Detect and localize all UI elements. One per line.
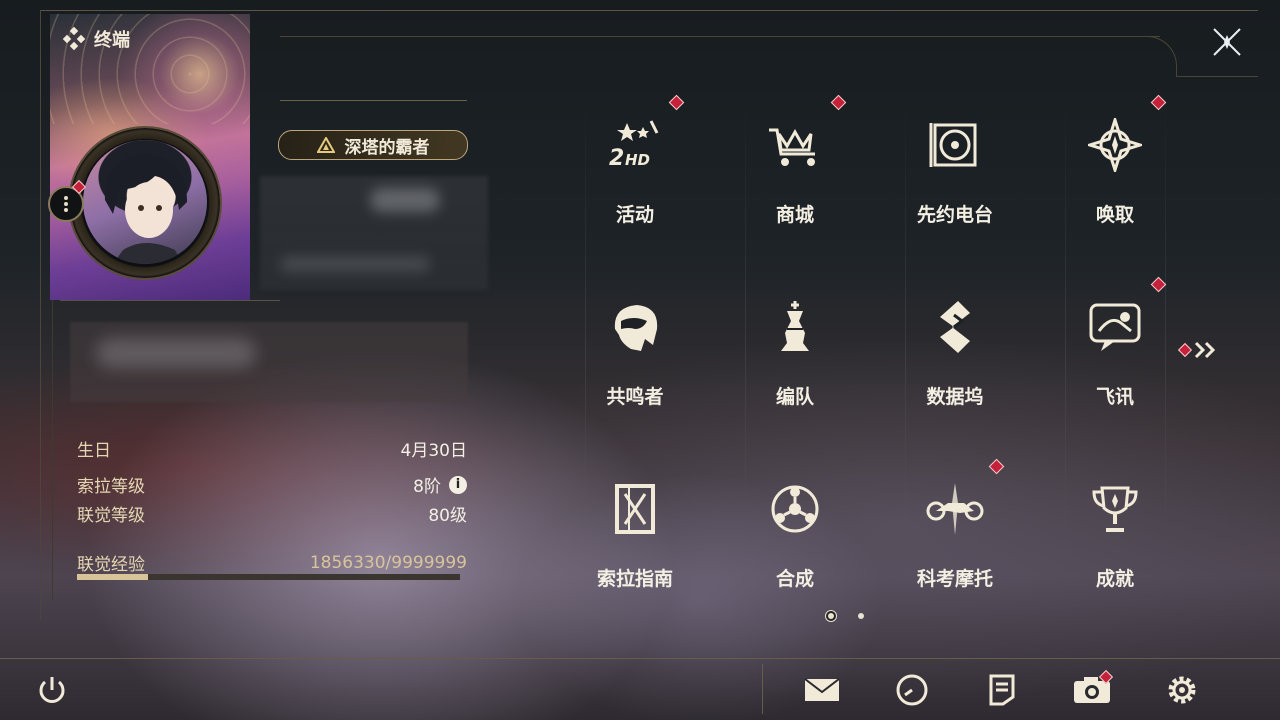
svg-text:HD: HD (625, 151, 650, 169)
triangle-rank-icon (316, 137, 335, 153)
player-name-redacted (260, 176, 488, 290)
frame-left-line-2 (52, 300, 53, 600)
notices-button[interactable] (981, 670, 1023, 710)
more-vertical-icon (64, 196, 68, 212)
clock-icon (896, 674, 928, 706)
menu-item-events-label: 活动 (615, 204, 654, 226)
menu-item-convene[interactable]: 唤取 (1035, 94, 1195, 275)
avatar-portrait-icon (104, 154, 187, 264)
player-title-text: 深塔的霸者 (344, 137, 430, 158)
menu-item-messages-label: 飞讯 (1095, 386, 1134, 408)
menu-item-motorcycle[interactable]: 科考摩托 (875, 458, 1035, 639)
info-icon[interactable]: i (449, 475, 467, 494)
frame-left-line (40, 10, 41, 620)
next-page-badge (1177, 342, 1193, 358)
menu-item-motorcycle-badge (988, 458, 1005, 475)
guidebook-icon (603, 477, 667, 541)
synthesis-icon (763, 477, 827, 541)
menu-item-events-badge (668, 94, 685, 111)
power-icon (39, 677, 65, 703)
player-title-badge[interactable]: 深塔的霸者 (278, 130, 468, 160)
achievement-trophy-icon (1083, 477, 1147, 541)
union-exp-value: 1856330/9999999 (309, 552, 467, 573)
birthday-value: 4月30日 (400, 441, 467, 461)
menu-item-synthesis-label: 合成 (775, 568, 814, 590)
camera-button[interactable] (1071, 669, 1114, 710)
events-clock-button[interactable] (891, 670, 933, 710)
gear-icon (1168, 676, 1196, 704)
menu-item-guidebook-label: 索拉指南 (596, 568, 673, 590)
bottom-bar-separator (762, 664, 763, 714)
sola-level-row: 索拉等级 8阶 i (77, 472, 467, 497)
convene-compass-icon (1083, 113, 1147, 177)
page-dot-active[interactable] (828, 613, 834, 619)
motorcycle-icon (923, 477, 987, 541)
profile-divider (60, 300, 280, 301)
page-indicator (828, 613, 864, 619)
signature-redacted[interactable] (70, 322, 468, 402)
menu-item-shop[interactable]: 商城 (715, 94, 875, 275)
bottom-bar-line (0, 658, 1280, 659)
messages-chat-icon (1083, 295, 1147, 359)
union-level-row: 联觉等级 80级 (77, 501, 467, 526)
union-exp-progress-fill (77, 574, 149, 580)
sola-level-value: 8阶 (413, 477, 441, 497)
resonator-head-icon (603, 295, 667, 359)
terminal-title-text: 终端 (94, 30, 130, 51)
document-icon (989, 674, 1015, 706)
menu-item-synthesis[interactable]: 合成 (715, 459, 875, 639)
frame-right-line (1176, 76, 1258, 77)
menu-item-convene-label: 唤取 (1095, 204, 1134, 226)
menu-item-databank[interactable]: 数据坞 (875, 277, 1035, 457)
team-chess-icon (763, 295, 827, 359)
frame-corner (1140, 36, 1177, 77)
union-level-value: 80级 (428, 506, 467, 526)
menu-item-convene-badge (1150, 94, 1167, 111)
settings-button[interactable] (1161, 670, 1203, 710)
menu-item-messages-badge (1150, 276, 1167, 293)
menu-item-achievements[interactable]: 成就 (1035, 459, 1195, 639)
union-exp-label: 联觉经验 (77, 555, 145, 575)
close-button[interactable] (1206, 24, 1248, 60)
union-exp-row: 联觉经验 1856330/9999999 (77, 550, 467, 576)
avatar[interactable] (83, 140, 207, 264)
birthday-row: 生日 4月30日 (77, 436, 467, 461)
birthday-label: 生日 (77, 441, 111, 461)
menu-item-shop-label: 商城 (775, 204, 814, 226)
union-level-label: 联觉等级 (77, 506, 145, 526)
terminal-title: 终端 (62, 26, 130, 52)
menu-item-radio[interactable]: 先约电台 (875, 95, 1035, 275)
close-icon (1213, 28, 1241, 56)
shop-crown-cart-icon (763, 113, 827, 177)
power-button[interactable] (31, 670, 73, 710)
menu-item-team[interactable]: 编队 (715, 277, 875, 457)
next-page-button[interactable] (1177, 340, 1220, 360)
menu-item-team-label: 编队 (775, 386, 814, 408)
menu-item-motorcycle-label: 科考摩托 (916, 568, 993, 590)
svg-text:2: 2 (609, 146, 624, 171)
mail-icon (804, 678, 840, 701)
title-divider (280, 100, 467, 101)
mail-button[interactable] (801, 670, 843, 710)
menu-item-events[interactable]: 2 HD 活动 (555, 94, 715, 275)
menu-item-guidebook[interactable]: 索拉指南 (555, 459, 715, 639)
sola-level-value-group: 8阶 i (413, 472, 467, 497)
radio-vinyl-icon (923, 113, 987, 177)
menu-item-achievements-label: 成就 (1095, 568, 1134, 590)
double-chevron-right-icon (1194, 341, 1216, 359)
events-2hd-icon: 2 HD (603, 113, 667, 177)
menu-item-resonators[interactable]: 共鸣者 (555, 277, 715, 457)
frame-top-line (40, 10, 1258, 11)
menu-item-resonators-label: 共鸣者 (606, 386, 664, 408)
terminal-diamond-icon (62, 27, 86, 51)
page-dot[interactable] (858, 613, 864, 619)
menu-item-shop-badge (830, 94, 847, 111)
menu-item-messages[interactable]: 飞讯 (1035, 276, 1195, 457)
sola-level-label: 索拉等级 (77, 477, 145, 497)
menu-item-radio-label: 先约电台 (916, 204, 993, 226)
frame-inner-line (280, 36, 1160, 37)
menu-item-databank-label: 数据坞 (926, 386, 984, 408)
union-exp-progress-bar (77, 574, 460, 580)
data-bank-icon (923, 295, 987, 359)
